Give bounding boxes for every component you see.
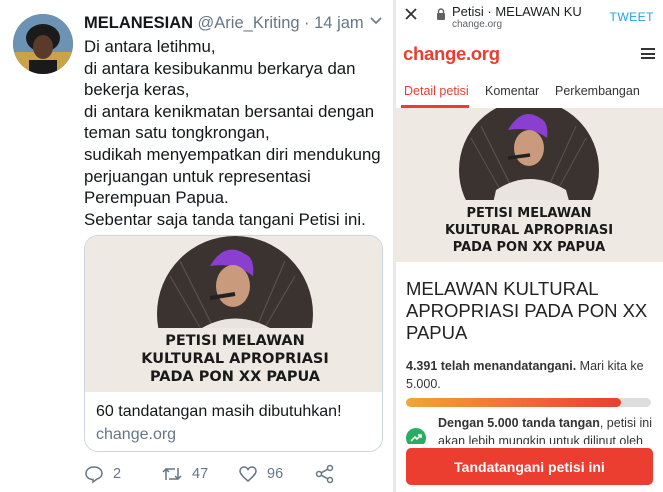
signed-goal: 5.000. [406,377,441,391]
browser-title: Petisi · MELAWAN KULT... [452,4,582,19]
close-icon[interactable] [404,5,418,26]
tab-perkembangan[interactable]: Perkembangan [555,84,640,98]
tweet-line: Sebentar saja tanda tangani Petisi ini. [84,209,366,229]
tab-komentar[interactable]: Komentar [485,84,539,98]
signed-rest: Mari kita ke [576,359,644,373]
tweet-actions: 2 47 96 [84,464,384,488]
petition-image: PETISI MELAWAN KULTURAL APROPRIASI PADA … [85,236,382,392]
site-header: change.org [396,36,663,72]
tweet-line: di antara kesibukanmu berkarya dan [84,58,356,78]
hero-title-line: PETISI MELAWAN [466,206,591,221]
progress-fill [406,398,622,407]
tweet: MELANESIAN @Arie_Kriting · 14 jam Di ant… [0,0,393,492]
retweet-button[interactable]: 47 [161,464,208,484]
sign-bar: Tandatangani petisi ini [396,444,663,492]
signature-progress-bar [406,398,651,407]
retweet-icon [161,464,183,484]
image-title-line: KULTURAL APROPRIASI [141,351,329,367]
image-title-line: PADA PON XX PAPUA [150,369,321,385]
lock-icon [436,7,446,25]
tweet-line: sudikah menyempatkan diri mendukung [84,144,381,164]
heart-icon [238,464,258,484]
tweet-button[interactable]: TWEET [610,10,655,24]
change-org-logo[interactable]: change.org [403,43,500,65]
display-name[interactable]: MELANESIAN [84,14,193,32]
tab-detail-petisi[interactable]: Detail petisi [404,84,469,98]
tweet-time[interactable]: · 14 jam [304,14,364,32]
share-icon [315,464,335,484]
reply-icon [84,464,104,484]
hero-title-line: PADA PON XX PAPUA [453,240,605,255]
tweet-line: Di antara letihmu, [84,37,216,56]
like-button[interactable]: 96 [238,464,283,484]
avatar[interactable] [13,14,73,74]
in-app-browser: Petisi · MELAWAN KULT... change.org TWEE… [396,0,663,492]
tweet-line: di antara kenikmatan bersantai dengan [84,101,375,121]
signed-count: 4.391 telah menandatangani. [406,359,577,373]
share-button[interactable] [315,464,335,484]
petition-tabs: Detail petisi Komentar Perkembangan [396,72,663,109]
user-handle[interactable]: @Arie_Kriting [198,14,300,32]
link-card[interactable]: PETISI MELAWAN KULTURAL APROPRIASI PADA … [84,235,383,452]
tweet-header: MELANESIAN @Arie_Kriting · 14 jam [84,14,385,36]
tweet-line: perjuangan untuk representasi [84,166,311,186]
hero-title-line: KULTURAL APROPRIASI [445,223,613,238]
tweet-text: Di antara letihmu, di antara kesibukanmu… [84,36,384,230]
petition-hero-image: PETISI MELAWAN KULTURAL APROPRIASI PADA … [396,108,663,262]
tweet-line: Perempuan Papua. [84,188,229,208]
sign-petition-button[interactable]: Tandatangani petisi ini [406,448,653,485]
goal-rest: , petisi ini [599,416,652,430]
petition-title-line: APROPRIASI PADA PON XX [406,300,648,321]
petition-title-line: MELAWAN KULTURAL [406,278,599,299]
card-domain: change.org [96,426,177,443]
menu-icon[interactable] [641,48,655,59]
image-title-line: PETISI MELAWAN [165,333,305,349]
card-subtitle: 60 tandatangan masih dibutuhkan! [96,403,342,420]
browser-toolbar: Petisi · MELAWAN KULT... change.org TWEE… [396,0,663,37]
chevron-down-icon[interactable] [369,14,383,32]
like-count: 96 [267,466,284,482]
petition-title: MELAWAN KULTURAL APROPRIASI PADA PON XX … [406,278,656,344]
signature-count: 4.391 telah menandatangani. Mari kita ke… [406,357,656,393]
reply-button[interactable]: 2 [84,464,121,484]
goal-bold: Dengan 5.000 tanda tangan [438,416,600,430]
petition-title-line: PAPUA [406,322,468,343]
browser-url: change.org [452,19,503,30]
reply-count: 2 [113,466,122,482]
retweet-count: 47 [192,466,209,482]
tweet-line: teman satu tongkrongan, [84,123,270,143]
tweet-line: bekerja keras, [84,80,190,100]
